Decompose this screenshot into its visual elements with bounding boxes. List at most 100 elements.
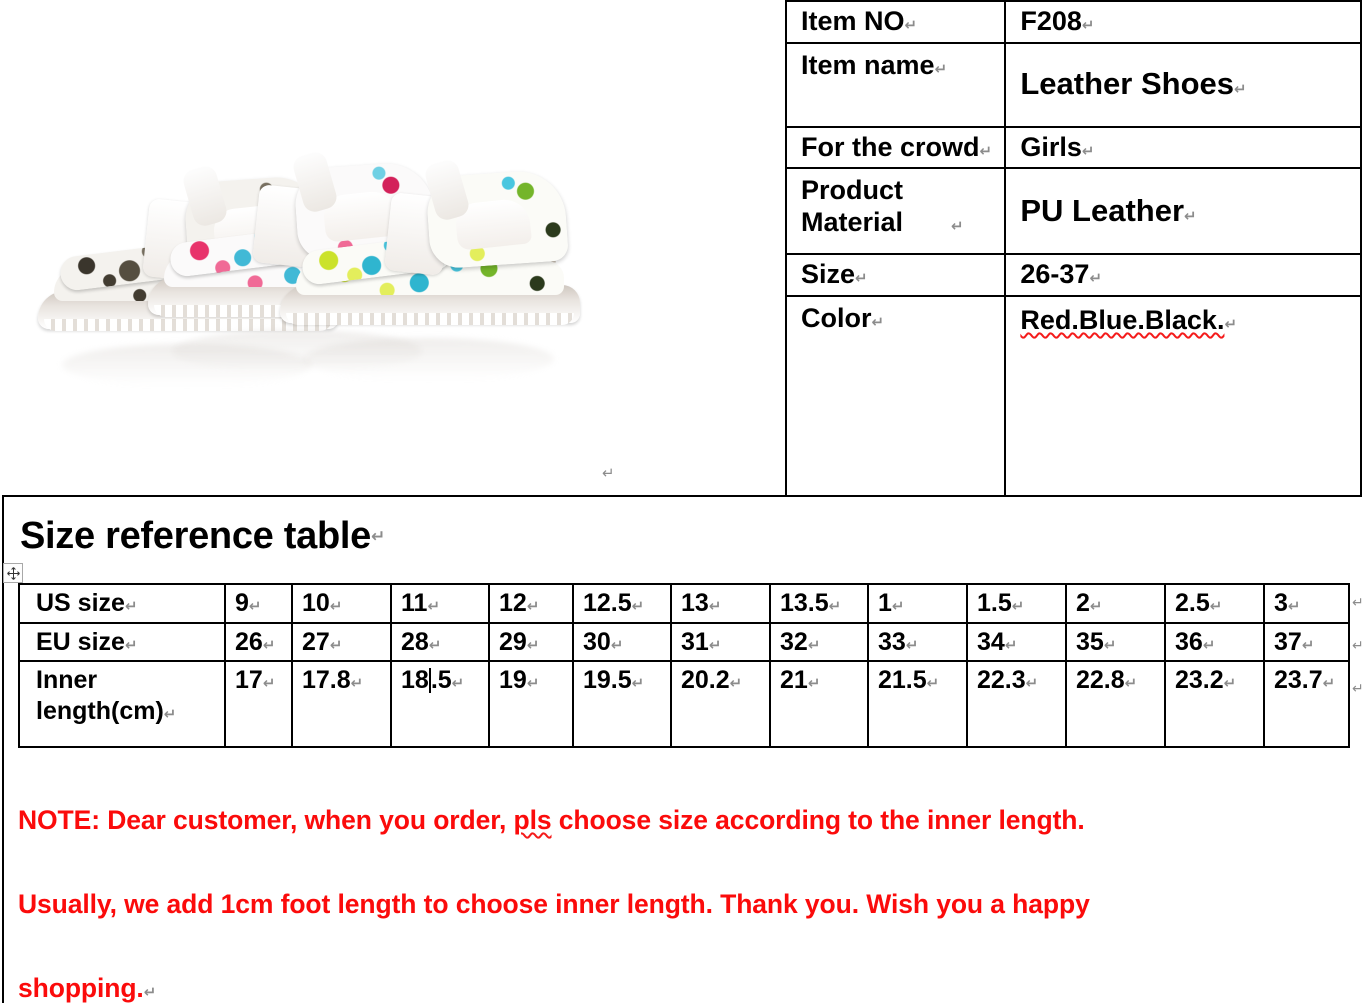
paragraph-mark: ↵ bbox=[428, 635, 442, 654]
size-cell: 32↵ bbox=[769, 621, 869, 662]
info-label-product-material: Product Material ↵ bbox=[787, 168, 1007, 256]
paragraph-mark: ↵ bbox=[871, 313, 885, 331]
paragraph-mark: ↵ bbox=[729, 674, 743, 692]
size-cell-suffix: .5 bbox=[430, 666, 452, 694]
paragraph-mark: ↵ bbox=[1234, 80, 1247, 99]
paragraph-mark: ↵ bbox=[1352, 681, 1364, 697]
paragraph-mark: ↵ bbox=[143, 983, 157, 1001]
paragraph-mark: ↵ bbox=[708, 597, 722, 615]
size-cell: 2↵ bbox=[1065, 583, 1166, 624]
size-cell: 1↵ bbox=[867, 583, 968, 624]
paragraph-mark: ↵ bbox=[904, 15, 918, 34]
size-cell: 1.5↵ bbox=[966, 583, 1067, 624]
paragraph-mark: ↵ bbox=[934, 59, 948, 78]
top-section: ↵ Item NO↵ F208↵ Item name↵ Leather Shoe… bbox=[2, 0, 1362, 497]
info-value-item-name: Leather Shoes↵ bbox=[1005, 42, 1362, 128]
paragraph-mark: ↵ bbox=[926, 674, 940, 692]
paragraph-mark: ↵ bbox=[262, 674, 276, 692]
paragraph-mark: ↵ bbox=[1025, 674, 1039, 692]
table-row: Item name↵ Leather Shoes↵ bbox=[787, 42, 1362, 128]
paragraph-mark: ↵ bbox=[1081, 15, 1095, 34]
info-label-for-the-crowd: For the crowd↵ bbox=[787, 126, 1007, 170]
size-cell: 2.5↵ bbox=[1164, 583, 1265, 624]
table-row: For the crowd↵ Girls↵ bbox=[787, 126, 1362, 170]
paragraph-mark: ↵ bbox=[1287, 597, 1301, 615]
size-cell: 29↵ bbox=[488, 621, 574, 662]
size-cell: 9↵ bbox=[224, 583, 293, 624]
paragraph-mark: ↵ bbox=[807, 635, 821, 654]
size-cell: 22.8↵ bbox=[1065, 660, 1166, 748]
note-line-1-part-a: NOTE: Dear customer, when you order, bbox=[18, 805, 514, 835]
size-cell: 30↵ bbox=[572, 621, 672, 662]
page-title: Size reference table↵ bbox=[20, 515, 385, 558]
size-cell: 37↵ bbox=[1263, 621, 1350, 662]
shoe-reflection bbox=[304, 338, 554, 380]
paragraph-mark: ↵ bbox=[329, 635, 343, 654]
size-cell: 27↵ bbox=[291, 621, 392, 662]
paragraph-mark: ↵ bbox=[1352, 595, 1364, 611]
info-label-color: Color↵ bbox=[787, 296, 1007, 497]
paragraph-mark: ↵ bbox=[1011, 597, 1025, 615]
size-cell: 13↵ bbox=[670, 583, 771, 624]
table-row: Size↵ 26-37↵ bbox=[787, 254, 1362, 297]
size-reference-heading-text: Size reference table bbox=[20, 515, 371, 557]
info-label-item-no: Item NO↵ bbox=[787, 0, 1007, 44]
paragraph-mark: ↵ bbox=[1223, 674, 1237, 692]
table-row: Inner length(cm)↵ 17↵ 17.8↵ 18.5↵ 19↵ 19… bbox=[18, 660, 1350, 748]
size-cell: 35↵ bbox=[1065, 621, 1166, 662]
document-page: ↵ Item NO↵ F208↵ Item name↵ Leather Shoe… bbox=[0, 0, 1365, 1003]
note-line-2: Usually, we add 1cm foot length to choos… bbox=[18, 889, 1090, 919]
product-image-cell: ↵ bbox=[2, 0, 787, 497]
size-cell: 21↵ bbox=[769, 660, 869, 748]
info-label-product-material-text: Product Material bbox=[801, 175, 904, 238]
paragraph-mark: ↵ bbox=[1224, 315, 1238, 333]
size-cell: 34↵ bbox=[966, 621, 1067, 662]
size-table-rowhead-inner-length: Inner length(cm)↵ bbox=[18, 660, 226, 748]
paragraph-mark: ↵ bbox=[610, 635, 624, 654]
size-cell: 26↵ bbox=[224, 621, 293, 662]
paragraph-mark: ↵ bbox=[370, 527, 385, 547]
info-value-color: Red.Blue.Black.↵ bbox=[1005, 296, 1362, 497]
note-line-1-part-b: choose size according to the inner lengt… bbox=[551, 805, 1085, 835]
note-line-3-text: shopping. bbox=[18, 973, 144, 1003]
paragraph-mark: ↵ bbox=[631, 674, 645, 692]
product-info-table: Item NO↵ F208↵ Item name↵ Leather Shoes↵… bbox=[787, 0, 1362, 497]
paragraph-mark: ↵ bbox=[891, 597, 905, 615]
paragraph-mark: ↵ bbox=[1089, 269, 1103, 288]
size-cell: 23.2↵ bbox=[1164, 660, 1265, 748]
size-table-rowhead-eu: EU size↵ bbox=[18, 621, 226, 662]
product-photo bbox=[30, 118, 620, 418]
paragraph-mark: ↵ bbox=[979, 141, 993, 160]
table-row: Item NO↵ F208↵ bbox=[787, 0, 1362, 44]
paragraph-mark: ↵ bbox=[631, 597, 645, 615]
size-cell: 12↵ bbox=[488, 583, 574, 624]
size-cell: 23.7↵ bbox=[1263, 660, 1350, 748]
paragraph-mark: ↵ bbox=[1089, 597, 1103, 615]
paragraph-mark: ↵ bbox=[1352, 638, 1364, 654]
size-cell: 33↵ bbox=[867, 621, 968, 662]
size-cell: 3↵ bbox=[1263, 583, 1350, 624]
size-cell: 28↵ bbox=[390, 621, 490, 662]
size-cell: 21.5↵ bbox=[867, 660, 968, 748]
table-row: Product Material ↵ PU Leather↵ bbox=[787, 168, 1362, 256]
table-move-handle-icon[interactable] bbox=[3, 563, 23, 583]
paragraph-mark: ↵ bbox=[329, 597, 343, 615]
size-cell: 31↵ bbox=[670, 621, 771, 662]
size-cell: 19↵ bbox=[488, 660, 574, 748]
size-cell: 19.5↵ bbox=[572, 660, 672, 748]
table-row: EU size↵ 26↵ 27↵ 28↵ 29↵ 30↵ 31↵ 32↵ 33↵… bbox=[18, 621, 1350, 662]
size-cell: 11↵ bbox=[390, 583, 490, 624]
paragraph-mark: ↵ bbox=[124, 597, 138, 615]
paragraph-mark: ↵ bbox=[1301, 635, 1315, 654]
paragraph-mark: ↵ bbox=[708, 635, 722, 654]
info-value-size: 26-37↵ bbox=[1005, 254, 1362, 297]
paragraph-mark: ↵ bbox=[262, 635, 276, 654]
size-cell-with-caret[interactable]: 18.5↵ bbox=[390, 660, 490, 748]
size-table-rowhead-us: US size↵ bbox=[18, 583, 226, 624]
info-value-product-material: PU Leather↵ bbox=[1005, 168, 1362, 256]
paragraph-mark: ↵ bbox=[1202, 635, 1216, 654]
size-reference-table: US size↵ 9↵ 10↵ 11↵ 12↵ 12.5↵ 13↵ 13.5↵ … bbox=[18, 583, 1350, 748]
paragraph-mark: ↵ bbox=[248, 597, 262, 615]
paragraph-mark: ↵ bbox=[905, 635, 919, 654]
paragraph-mark: ↵ bbox=[526, 597, 540, 615]
